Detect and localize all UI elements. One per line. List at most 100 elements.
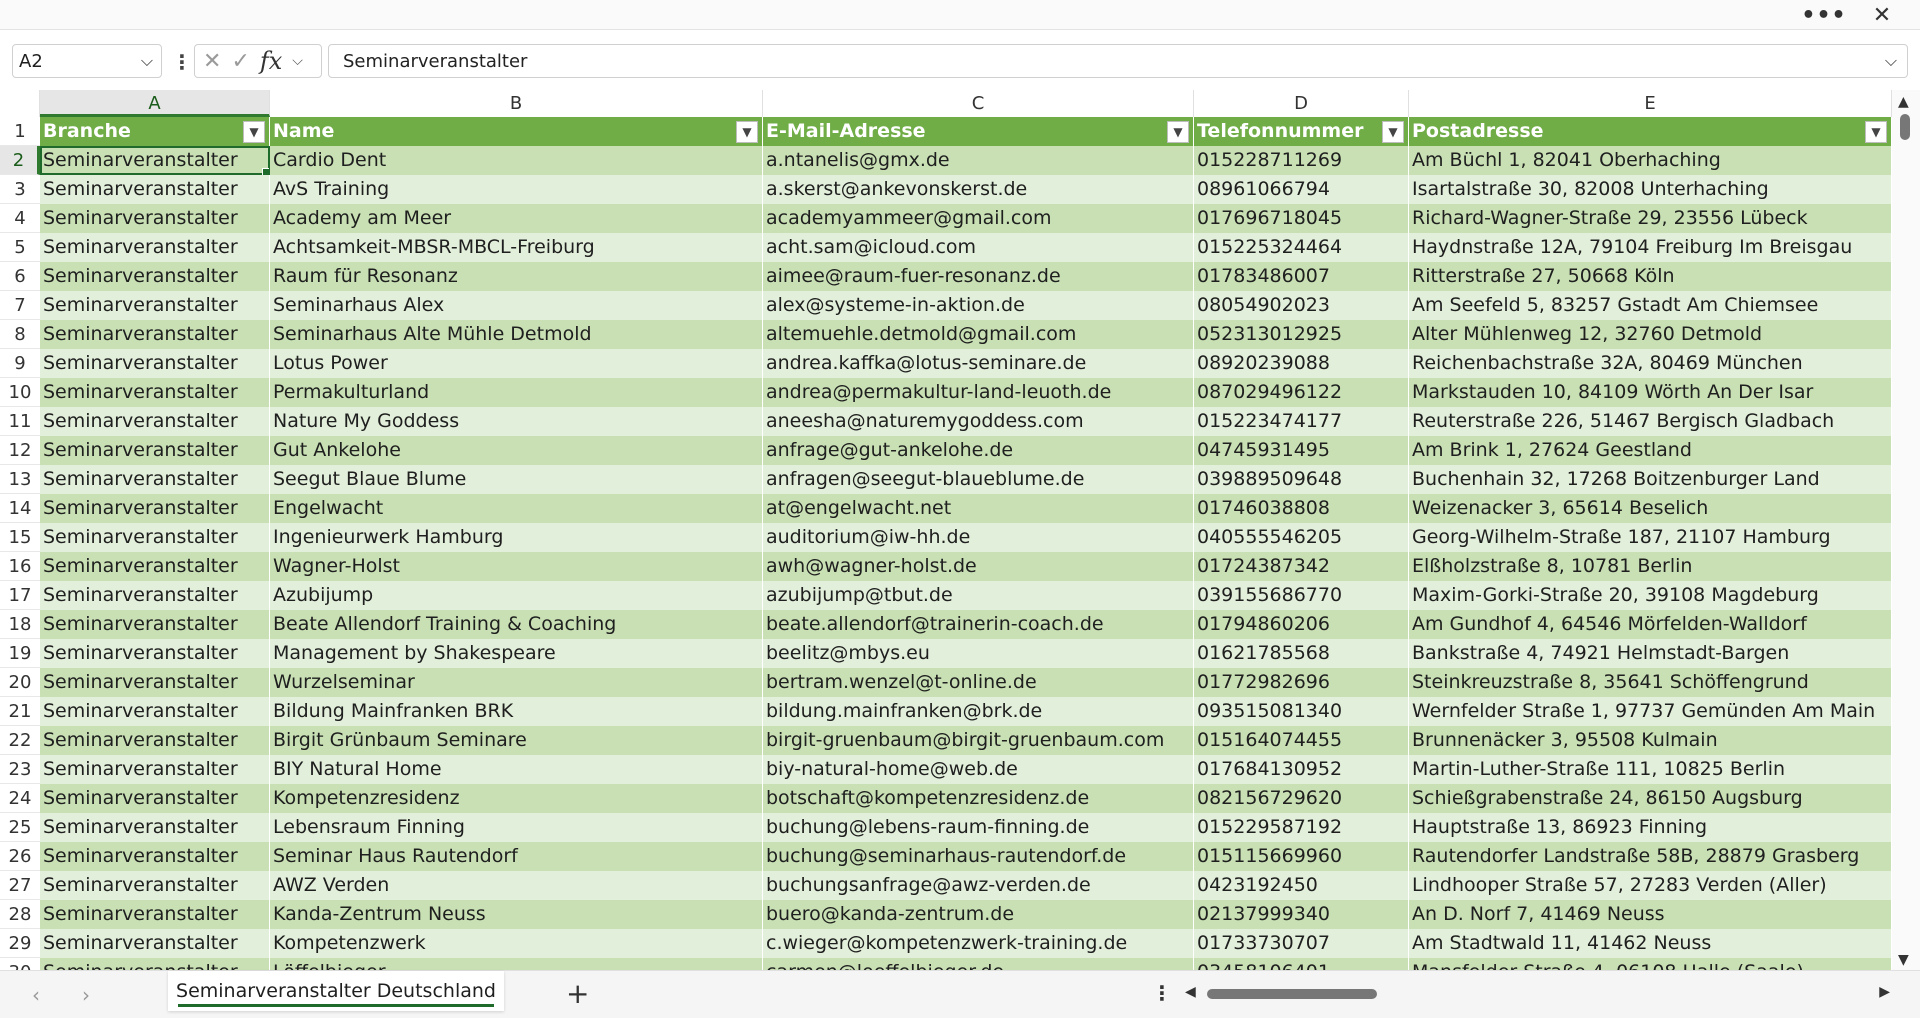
table-cell[interactable]: Seminarveranstalter [40,610,270,639]
table-cell[interactable]: Martin-Luther-Straße 111, 10825 Berlin [1409,755,1892,784]
table-cell[interactable]: Steinkreuzstraße 8, 35641 Schöffengrund [1409,668,1892,697]
row-header[interactable]: 11 [0,407,40,436]
table-cell[interactable]: biy-natural-home@web.de [763,755,1194,784]
table-cell[interactable]: Seminarveranstalter [40,813,270,842]
table-cell[interactable]: birgit-gruenbaum@birgit-gruenbaum.com [763,726,1194,755]
table-cell[interactable]: bildung.mainfranken@brk.de [763,697,1194,726]
row-header[interactable]: 6 [0,262,40,291]
table-cell[interactable]: Seminarhaus Alte Mühle Detmold [270,320,763,349]
table-cell[interactable]: 0423192450 [1194,871,1409,900]
table-cell[interactable]: Schießgrabenstraße 24, 86150 Augsburg [1409,784,1892,813]
table-cell[interactable]: BIY Natural Home [270,755,763,784]
table-cell[interactable]: alex@systeme-in-aktion.de [763,291,1194,320]
table-cell[interactable]: Löffelbieger [270,958,763,970]
next-sheet-icon[interactable]: › [82,983,90,1007]
table-cell[interactable]: Lotus Power [270,349,763,378]
table-cell[interactable]: Seminarveranstalter [40,929,270,958]
table-cell[interactable]: AvS Training [270,175,763,204]
row-header[interactable]: 24 [0,784,40,813]
expand-formula-icon[interactable]: ⌵ [1885,51,1897,71]
chevron-down-icon[interactable]: ⌵ [141,51,153,71]
table-cell[interactable]: Beate Allendorf Training & Coaching [270,610,763,639]
table-cell[interactable]: altemuehle.detmold@gmail.com [763,320,1194,349]
row-header[interactable]: 1 [0,117,40,146]
table-cell[interactable]: 03458106401 [1194,958,1409,970]
table-cell[interactable]: 01794860206 [1194,610,1409,639]
table-cell[interactable]: academyammeer@gmail.com [763,204,1194,233]
table-cell[interactable]: 01772982696 [1194,668,1409,697]
row-header[interactable]: 16 [0,552,40,581]
sheet-options-icon[interactable]: ⋮ [1152,981,1172,1005]
table-cell[interactable]: Kompetenzresidenz [270,784,763,813]
table-cell[interactable]: 015228711269 [1194,146,1409,175]
table-cell[interactable]: beelitz@mbys.eu [763,639,1194,668]
table-cell[interactable]: An D. Norf 7, 41469 Neuss [1409,900,1892,929]
row-header[interactable]: 7 [0,291,40,320]
table-cell[interactable]: Seminarveranstalter [40,465,270,494]
table-cell[interactable]: 01733730707 [1194,929,1409,958]
table-cell[interactable]: andrea.kaffka@lotus-seminare.de [763,349,1194,378]
table-cell[interactable]: Seminarveranstalter [40,494,270,523]
header-cell[interactable]: E-Mail-Adresse ▼ [763,117,1194,146]
select-all-corner[interactable] [0,90,40,117]
add-sheet-button[interactable]: + [566,977,589,1010]
horizontal-scrollbar[interactable]: ◀ ▶ [1185,984,1890,1001]
table-cell[interactable]: 01621785568 [1194,639,1409,668]
table-cell[interactable]: 082156729620 [1194,784,1409,813]
table-cell[interactable]: Markstauden 10, 84109 Wörth An Der Isar [1409,378,1892,407]
table-cell[interactable]: Seminar Haus Rautendorf [270,842,763,871]
table-cell[interactable]: 015164074455 [1194,726,1409,755]
table-cell[interactable]: Maxim-Gorki-Straße 20, 39108 Magdeburg [1409,581,1892,610]
more-options-button[interactable]: ••• [1801,0,1846,30]
table-cell[interactable]: Seminarveranstalter [40,436,270,465]
filter-dropdown-icon[interactable]: ▼ [1167,121,1189,143]
x-icon[interactable]: ✕ [203,49,221,74]
table-cell[interactable]: Seminarveranstalter [40,755,270,784]
table-cell[interactable]: 01724387342 [1194,552,1409,581]
table-cell[interactable]: Seminarveranstalter [40,349,270,378]
table-cell[interactable]: 08920239088 [1194,349,1409,378]
check-icon[interactable]: ✓ [231,49,249,74]
table-cell[interactable]: 01783486007 [1194,262,1409,291]
row-header[interactable]: 13 [0,465,40,494]
header-cell[interactable]: Branche ▼ [40,117,270,146]
table-cell[interactable]: at@engelwacht.net [763,494,1194,523]
filter-dropdown-icon[interactable]: ▼ [736,121,758,143]
table-cell[interactable]: Wagner-Holst [270,552,763,581]
header-cell[interactable]: Name ▼ [270,117,763,146]
table-cell[interactable]: Seminarveranstalter [40,697,270,726]
table-cell[interactable]: 093515081340 [1194,697,1409,726]
table-cell[interactable]: 015225324464 [1194,233,1409,262]
table-cell[interactable]: Seminarveranstalter [40,175,270,204]
column-header-c[interactable]: C [763,90,1194,117]
row-header[interactable]: 5 [0,233,40,262]
function-icon[interactable]: fx [260,47,282,75]
table-cell[interactable]: Seminarveranstalter [40,784,270,813]
table-cell[interactable]: 015229587192 [1194,813,1409,842]
table-cell[interactable]: Elßholzstraße 8, 10781 Berlin [1409,552,1892,581]
row-header[interactable]: 15 [0,523,40,552]
table-cell[interactable]: Reuterstraße 226, 51467 Bergisch Gladbac… [1409,407,1892,436]
table-cell[interactable]: Seminarveranstalter [40,639,270,668]
table-cell[interactable]: buchung@lebens-raum-finning.de [763,813,1194,842]
table-cell[interactable]: Kompetenzwerk [270,929,763,958]
table-cell[interactable]: buero@kanda-zentrum.de [763,900,1194,929]
row-header[interactable]: 12 [0,436,40,465]
table-cell[interactable]: 039889509648 [1194,465,1409,494]
table-cell[interactable]: 017696718045 [1194,204,1409,233]
table-cell[interactable]: Seminarveranstalter [40,523,270,552]
table-cell[interactable]: 017684130952 [1194,755,1409,784]
table-cell[interactable]: aneesha@naturemygoddess.com [763,407,1194,436]
row-header[interactable]: 2 [0,146,40,175]
table-cell[interactable]: Richard-Wagner-Straße 29, 23556 Lübeck [1409,204,1892,233]
table-cell[interactable]: aimee@raum-fuer-resonanz.de [763,262,1194,291]
table-cell[interactable]: Seminarveranstalter [40,842,270,871]
row-header[interactable]: 21 [0,697,40,726]
table-cell[interactable]: andrea@permakultur-land-leuoth.de [763,378,1194,407]
table-cell[interactable]: azubijump@tbut.de [763,581,1194,610]
table-cell[interactable]: Bankstraße 4, 74921 Helmstadt-Bargen [1409,639,1892,668]
table-cell[interactable]: anfragen@seegut-blaueblume.de [763,465,1194,494]
table-cell[interactable]: c.wieger@kompetenzwerk-training.de [763,929,1194,958]
table-cell[interactable]: 052313012925 [1194,320,1409,349]
table-cell[interactable]: 039155686770 [1194,581,1409,610]
